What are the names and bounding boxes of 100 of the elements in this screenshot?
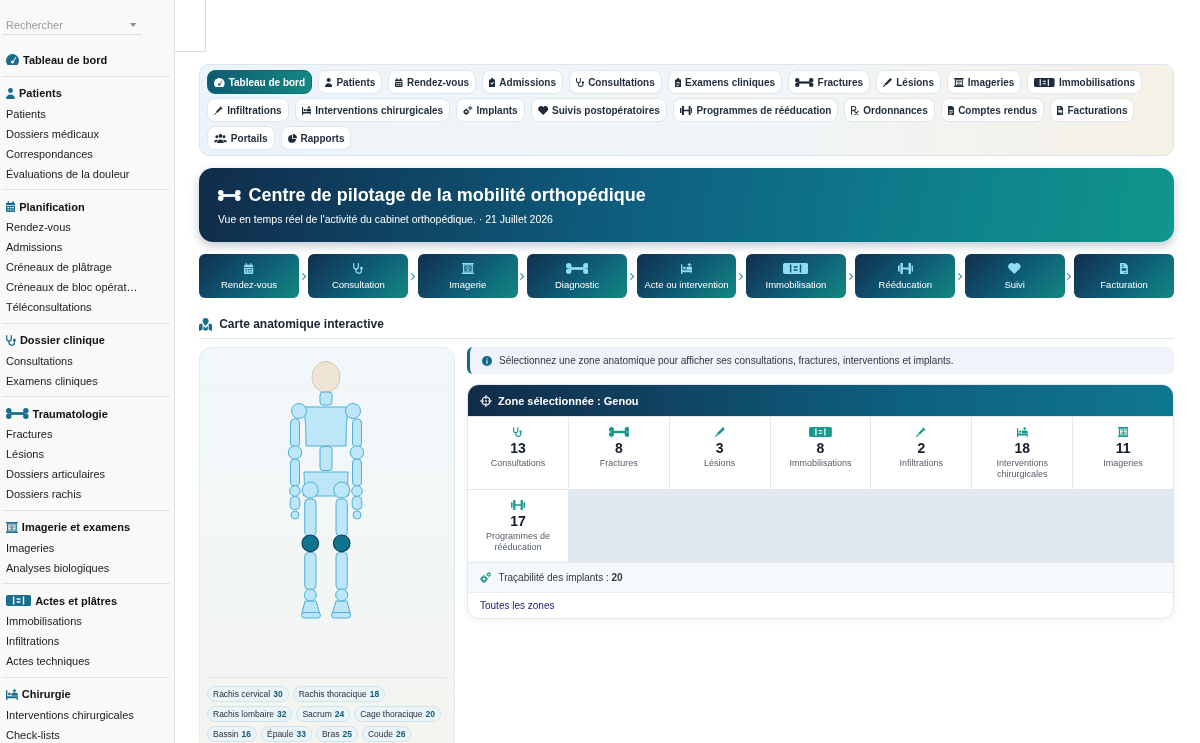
sidebar-item[interactable]: Créneaux de bloc opérat… — [6, 277, 170, 297]
nav-tab[interactable]: Ordonnances — [844, 98, 935, 122]
forearm-bone[interactable] — [290, 458, 300, 487]
spine-segment[interactable] — [319, 446, 333, 471]
bed-icon — [680, 263, 693, 274]
sidebar-item[interactable]: Examens cliniques — [6, 370, 170, 391]
zone-chip[interactable]: Rachis cervical 30 — [207, 686, 289, 702]
sidebar-item[interactable]: Dossiers articulaires — [6, 464, 170, 484]
zone-chip[interactable]: Bassin 16 — [207, 726, 257, 742]
bone-icon — [6, 408, 29, 419]
sidebar-item[interactable]: Fractures — [6, 424, 170, 444]
sidebar-item[interactable]: Infiltrations — [6, 631, 170, 651]
elbow-joint[interactable] — [349, 445, 365, 460]
nav-tab[interactable]: Programmes de rééducation — [672, 98, 839, 122]
nav-tab[interactable]: Lésions — [876, 70, 942, 94]
sidebar-item[interactable]: Check-lists — [6, 724, 170, 743]
zone-chip[interactable]: Sacrum 24 — [296, 706, 351, 722]
doctor-icon — [6, 87, 15, 99]
nav-tab[interactable]: Suivis postopératoires — [530, 98, 667, 122]
elbow-joint[interactable] — [287, 445, 303, 460]
ankle-joint[interactable] — [303, 588, 317, 602]
wrist-joint[interactable] — [351, 485, 363, 497]
shoulder-joint[interactable] — [291, 403, 307, 419]
zone-chip[interactable]: Cage thoracique 20 — [354, 706, 442, 722]
zone-chip[interactable]: Coude 26 — [361, 726, 412, 742]
shoulder-joint[interactable] — [345, 403, 361, 419]
sidebar-heading[interactable]: Tableau de bord — [23, 53, 108, 66]
sidebar-item[interactable]: Consultations — [6, 350, 170, 371]
bandage-icon — [809, 427, 832, 437]
sidebar-item[interactable]: Correspondances — [6, 143, 170, 164]
sidebar-item[interactable]: Évaluations de la douleur — [6, 163, 170, 184]
sidebar-item[interactable]: Admissions — [6, 237, 170, 257]
info-icon — [482, 355, 492, 366]
zone-chip[interactable]: Épaule 33 — [261, 726, 312, 742]
neck-bone[interactable] — [319, 391, 333, 406]
foot-shape[interactable] — [331, 600, 351, 619]
sidebar-item[interactable]: Imageries — [6, 537, 170, 558]
x-ray-icon — [461, 263, 474, 274]
head-shape[interactable] — [311, 361, 341, 393]
search-field[interactable]: Rechercher — [2, 15, 142, 35]
sidebar-item[interactable]: Patients — [6, 103, 170, 124]
hip-joint[interactable] — [301, 481, 319, 499]
nav-tab[interactable]: Interventions chirurgicales — [294, 98, 451, 122]
zone-chip[interactable]: Rachis thoracique 18 — [292, 686, 386, 702]
banner-title: Centre de pilotage de la mobilité orthopédique — [248, 184, 646, 206]
knee-joint[interactable] — [332, 534, 351, 553]
sidebar-item[interactable]: Actes techniques — [6, 651, 170, 671]
bandage-icon — [1034, 77, 1055, 87]
nav-tab[interactable]: Tableau de bord — [207, 70, 313, 94]
hip-joint[interactable] — [333, 481, 351, 499]
nav-tab[interactable]: Patients — [318, 70, 383, 94]
zone-chip[interactable]: Bras 25 — [315, 726, 358, 742]
sidebar-item[interactable]: Dossiers rachis — [6, 484, 170, 504]
nav-tab[interactable]: Facturations — [1050, 98, 1135, 122]
rib-cage[interactable] — [303, 406, 349, 447]
nav-tab[interactable]: Infiltrations — [207, 98, 289, 122]
invoice-icon — [1120, 263, 1128, 274]
nav-tab[interactable]: Admissions — [482, 70, 563, 94]
nav-tab[interactable]: Consultations — [569, 70, 662, 94]
forearm-bone[interactable] — [352, 458, 362, 487]
nav-tab[interactable]: Comptes rendus — [940, 98, 1045, 122]
sidebar-item[interactable]: Rendez-vous — [6, 217, 170, 237]
stat-value: 2 — [917, 440, 926, 456]
nav-tab[interactable]: Rapports — [280, 126, 352, 150]
zone-chip[interactable]: Rachis lombaire 32 — [207, 706, 293, 722]
doctor-icon — [325, 77, 333, 87]
knee-joint[interactable] — [301, 534, 320, 553]
wrist-joint[interactable] — [289, 485, 301, 497]
step-label: Facturation — [1100, 279, 1148, 291]
hand-shape[interactable] — [351, 496, 363, 520]
sidebar-item[interactable]: Créneaux de plâtrage — [6, 257, 170, 277]
ankle-joint[interactable] — [335, 588, 349, 602]
sidebar-item[interactable]: Lésions — [6, 444, 170, 464]
sidebar-item[interactable]: Immobilisations — [6, 611, 170, 631]
stat-label: Lésions — [704, 458, 736, 469]
step-label: Suivi — [1004, 279, 1025, 291]
sidebar-item[interactable]: Téléconsultations — [6, 297, 170, 317]
thigh-bone[interactable] — [335, 498, 348, 537]
hand-shape[interactable] — [289, 496, 301, 520]
upper-arm-bone[interactable] — [352, 418, 362, 448]
sidebar-item[interactable]: Dossiers médicaux — [6, 123, 170, 144]
nav-tab[interactable]: Immobilisations — [1027, 70, 1143, 94]
nav-tab[interactable]: Fractures — [788, 70, 871, 94]
step-label: Diagnostic — [554, 279, 600, 291]
nav-tab[interactable]: Imageries — [947, 70, 1022, 94]
nav-tab[interactable]: Implants — [456, 98, 525, 122]
all-zones-link[interactable]: Toutes les zones — [480, 600, 555, 611]
nav-tab[interactable]: Examens cliniques — [667, 70, 783, 94]
stat-label: Fractures — [599, 458, 638, 469]
upper-arm-bone[interactable] — [290, 418, 300, 448]
nav-tab[interactable]: Portails — [207, 126, 275, 150]
foot-shape[interactable] — [301, 600, 321, 619]
caret-down-icon — [129, 23, 136, 27]
sidebar-item[interactable]: Interventions chirurgicales — [6, 704, 170, 725]
nav-tab[interactable]: Rendez-vous — [388, 70, 477, 94]
chevron-right-icon — [301, 272, 306, 280]
bone-icon — [218, 189, 241, 201]
calendar-icon — [6, 201, 16, 212]
thigh-bone[interactable] — [304, 498, 317, 537]
sidebar-item[interactable]: Analyses biologiques — [6, 557, 170, 578]
